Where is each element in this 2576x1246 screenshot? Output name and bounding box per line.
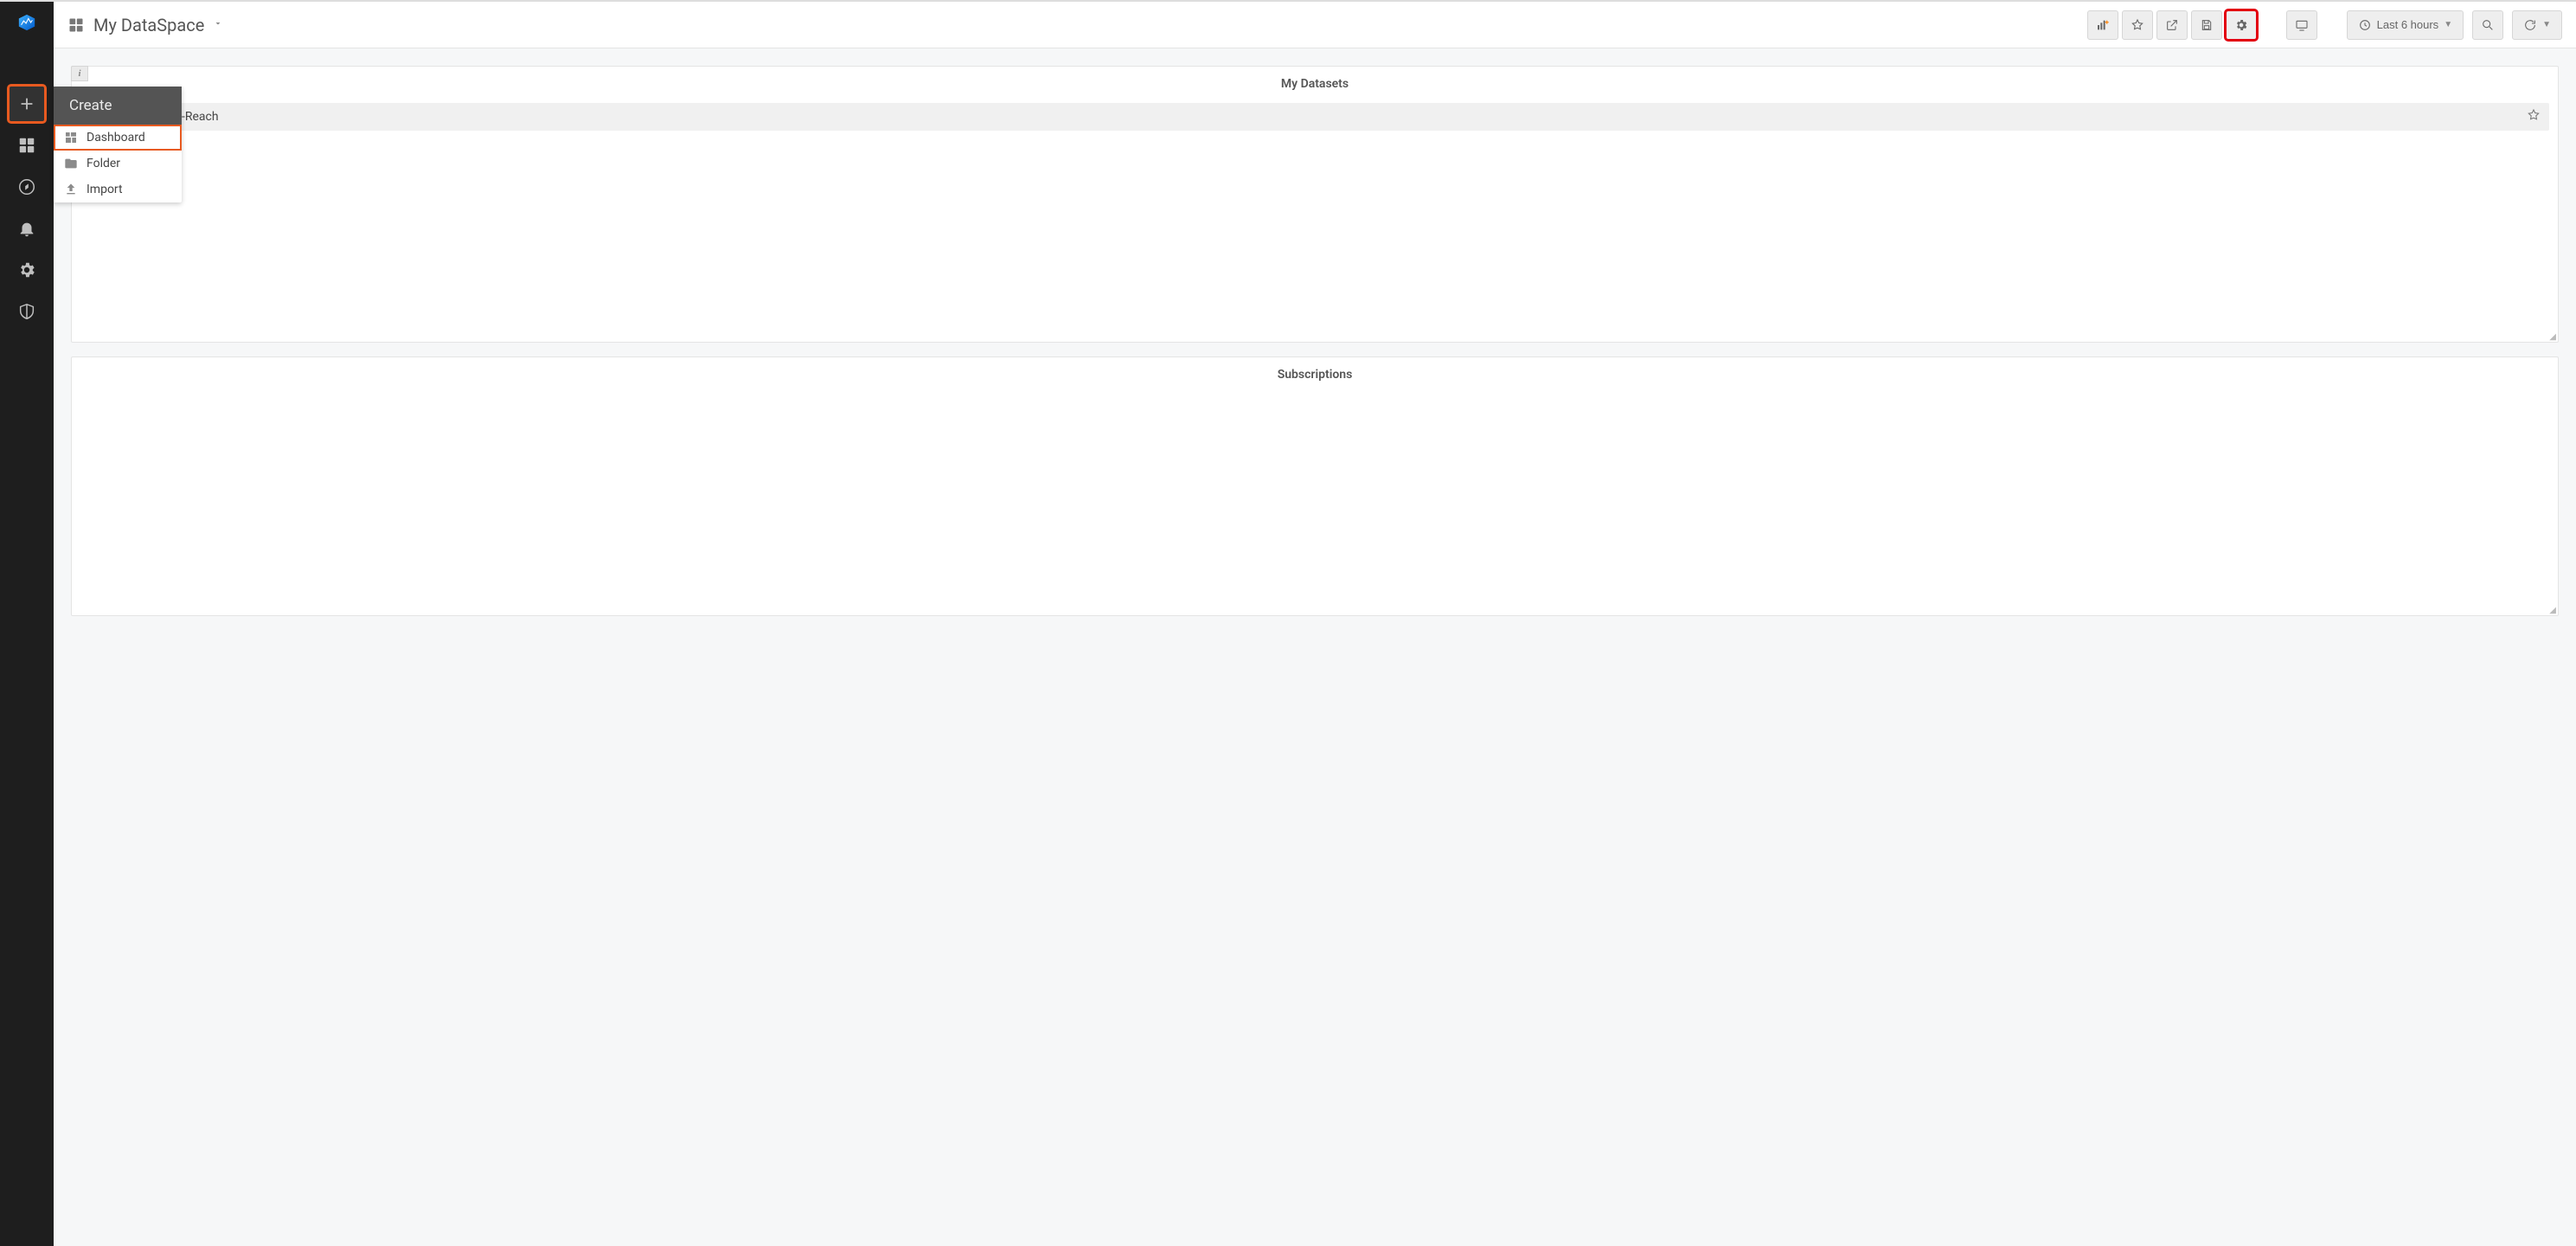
- create-button[interactable]: [10, 87, 44, 121]
- create-dashboard-item[interactable]: Dashboard: [54, 125, 182, 151]
- panel-resize-handle[interactable]: [2547, 331, 2556, 340]
- dashboard-crumb-icon: [67, 16, 85, 34]
- toolbar-group-actions: [2087, 10, 2257, 40]
- panel-my-datasets: i My Datasets Vehicles Proof-of-Reach: [71, 66, 2559, 343]
- alerts-button[interactable]: [10, 211, 44, 246]
- create-flyout-header: Create: [54, 87, 182, 125]
- app-logo[interactable]: [0, 2, 54, 43]
- import-icon: [64, 183, 78, 196]
- refresh-button[interactable]: ▼: [2512, 10, 2562, 40]
- dashboard-small-icon: [64, 131, 78, 145]
- create-folder-label: Folder: [87, 157, 120, 170]
- create-dashboard-label: Dashboard: [87, 131, 145, 145]
- time-range-button[interactable]: Last 6 hours ▼: [2347, 10, 2464, 40]
- chevron-down-icon: ▼: [2444, 20, 2452, 29]
- dataset-row[interactable]: Vehicles Proof-of-Reach: [80, 103, 2549, 131]
- top-bar: My DataSpace: [54, 2, 2576, 48]
- panel-info-icon[interactable]: i: [71, 66, 88, 81]
- dashboards-button[interactable]: [10, 128, 44, 163]
- panel-datasets-title: My Datasets: [72, 67, 2558, 98]
- page-title[interactable]: My DataSpace: [93, 15, 204, 35]
- share-button[interactable]: [2156, 10, 2188, 40]
- chevron-down-icon: ▼: [2542, 20, 2551, 29]
- admin-shield-button[interactable]: [10, 294, 44, 329]
- folder-icon: [64, 157, 78, 170]
- settings-button[interactable]: [2226, 10, 2257, 40]
- panel-resize-handle[interactable]: [2547, 605, 2556, 613]
- add-panel-button[interactable]: [2087, 10, 2118, 40]
- title-dropdown-caret[interactable]: [213, 18, 223, 32]
- explore-button[interactable]: [10, 170, 44, 204]
- panel-subscriptions-title: Subscriptions: [72, 357, 2558, 389]
- create-import-item[interactable]: Import: [54, 177, 182, 202]
- tv-mode-button[interactable]: [2286, 10, 2317, 40]
- create-folder-item[interactable]: Folder: [54, 151, 182, 177]
- panel-subscriptions: Subscriptions: [71, 356, 2559, 616]
- settings-nav-button[interactable]: [10, 253, 44, 287]
- create-flyout: Create Dashboard Folder Import: [54, 87, 182, 202]
- side-rail: Create Dashboard Folder Import: [0, 2, 54, 1246]
- create-import-label: Import: [87, 183, 123, 196]
- dataset-star-icon[interactable]: [2527, 108, 2541, 125]
- zoom-out-button[interactable]: [2472, 10, 2503, 40]
- star-button[interactable]: [2122, 10, 2153, 40]
- main-area: My DataSpace: [54, 2, 2576, 1246]
- save-button[interactable]: [2191, 10, 2222, 40]
- time-range-label: Last 6 hours: [2377, 18, 2439, 31]
- content-scroll[interactable]: i My Datasets Vehicles Proof-of-Reach Su…: [54, 48, 2576, 1246]
